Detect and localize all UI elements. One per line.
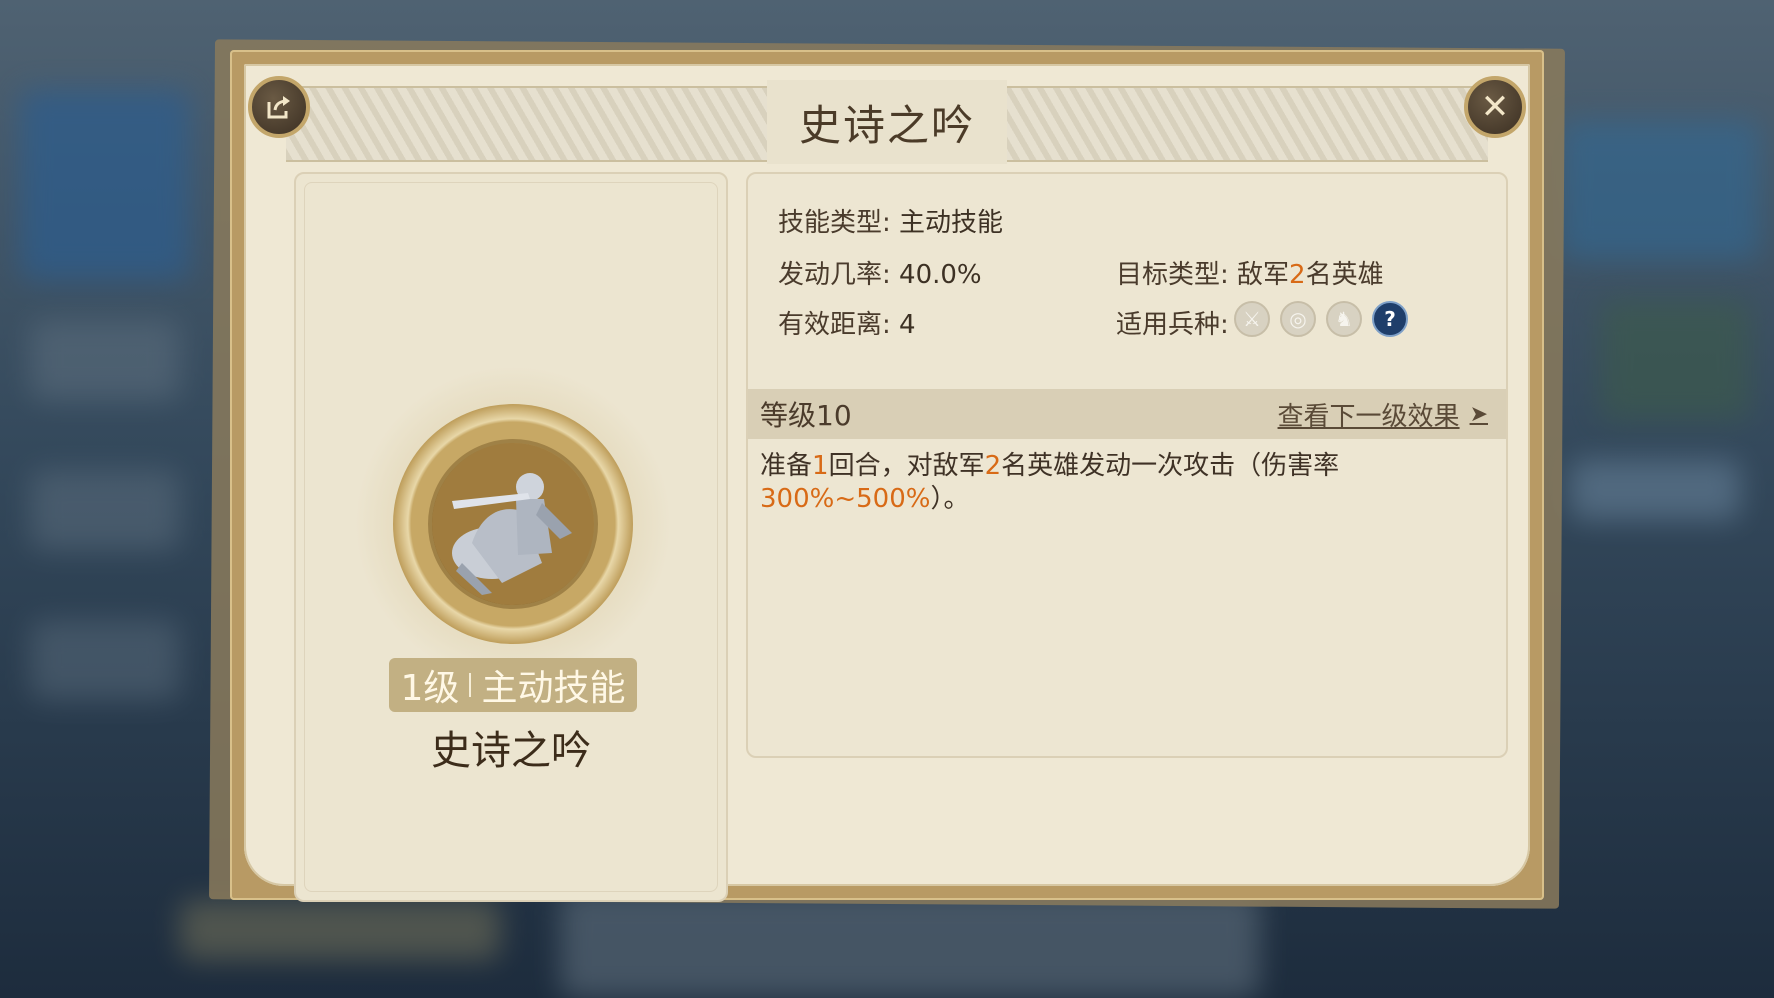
target-type-row: 目标类型: 敌军2名英雄 <box>1116 254 1384 291</box>
skill-level-tag: 1级 主动技能 <box>389 658 637 712</box>
skill-name: 史诗之吟 <box>431 728 591 774</box>
target-type-suffix: 名英雄 <box>1305 260 1384 290</box>
desc-text: 回合，对敌军 <box>828 451 985 481</box>
skill-dialog: 史诗之吟 ✕ 1级 主动技能 史诗之吟 技能类型: 主动技能 发动几率: 40.… <box>230 50 1544 902</box>
skill-details: 技能类型: 主动技能 发动几率: 40.0% 有效距离: 4 目标类型: 敌军2… <box>746 172 1508 758</box>
dialog-body: 史诗之吟 ✕ 1级 主动技能 史诗之吟 技能类型: 主动技能 发动几率: 40.… <box>244 64 1530 902</box>
background-blur <box>1600 300 1750 420</box>
share-button[interactable] <box>248 76 310 138</box>
troop-icons: ⚔ ◎ ♞ ? <box>1234 301 1408 337</box>
level-bar: 等级10 查看下一级效果 ➤ <box>748 389 1506 439</box>
trigger-rate-row: 发动几率: 40.0% <box>778 254 982 291</box>
next-level-text: 查看下一级效果 <box>1277 401 1460 432</box>
close-icon: ✕ <box>1480 87 1510 127</box>
background-blur <box>560 890 1260 998</box>
background-blur <box>30 620 180 700</box>
range-row: 有效距离: 4 <box>778 304 916 341</box>
tag-divider <box>469 673 472 697</box>
skill-card: 1级 主动技能 史诗之吟 <box>294 172 728 902</box>
desc-text: 准备 <box>760 451 813 481</box>
mounted-warrior-icon <box>428 439 598 609</box>
level-label: 等级10 <box>760 399 852 432</box>
skill-type-value: 主动技能 <box>899 208 1004 238</box>
close-button[interactable]: ✕ <box>1464 76 1526 138</box>
desc-text: ）。 <box>930 484 970 514</box>
background-blur <box>1570 460 1740 520</box>
damage-rate: 300%~500% <box>760 484 931 514</box>
help-icon[interactable]: ? <box>1372 301 1408 337</box>
sword-icon[interactable]: ⚔ <box>1234 301 1270 337</box>
trigger-rate-value: 40.0% <box>899 260 982 290</box>
share-icon <box>267 96 290 119</box>
desc-text: 名英雄发动一次攻击（伤害率 <box>1001 451 1340 481</box>
target-type-prefix: 敌军 <box>1237 260 1290 290</box>
trigger-rate-label: 发动几率: <box>778 260 891 290</box>
background-blur <box>20 90 190 280</box>
horse-icon[interactable]: ♞ <box>1326 301 1362 337</box>
background-blur <box>180 900 500 960</box>
background-blur <box>30 470 180 550</box>
dialog-title: 史诗之吟 <box>767 80 1007 164</box>
background-blur <box>30 320 180 400</box>
warrior-illustration <box>432 443 594 605</box>
target-type-label: 目标类型: <box>1116 260 1229 290</box>
background-blur <box>1560 120 1760 260</box>
skill-type-tag: 主动技能 <box>481 668 626 709</box>
prep-rounds: 1 <box>812 451 829 481</box>
skill-icon-frame <box>393 404 633 644</box>
target-count: 2 <box>1289 260 1306 290</box>
skill-description: 准备1回合，对敌军2名英雄发动一次攻击（伤害率 300%~500%）。 <box>760 450 1466 516</box>
next-level-link[interactable]: 查看下一级效果 ➤ <box>1278 396 1488 433</box>
desc-target-count: 2 <box>984 451 1002 481</box>
arrow-right-icon: ➤ <box>1469 401 1488 427</box>
range-label: 有效距离: <box>778 310 891 340</box>
target-icon[interactable]: ◎ <box>1280 301 1316 337</box>
skill-level: 1级 <box>400 668 460 709</box>
troops-label: 适用兵种: <box>1116 310 1229 340</box>
skill-type-row: 技能类型: 主动技能 <box>778 202 1003 239</box>
skill-type-label: 技能类型: <box>778 208 891 238</box>
range-value: 4 <box>899 310 916 340</box>
